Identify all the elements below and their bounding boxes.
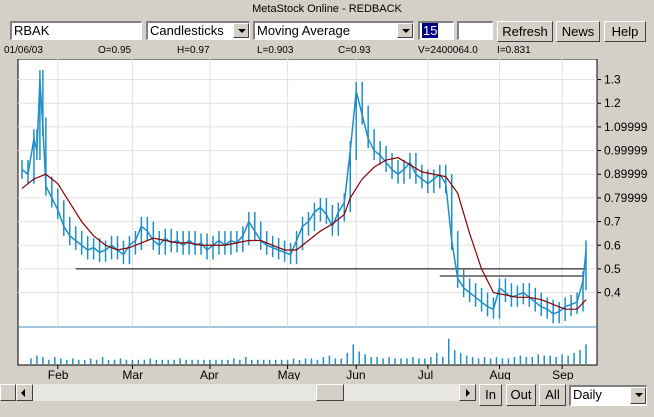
period-select-value: Daily xyxy=(573,387,602,402)
price-chart[interactable]: 1.3 1.2 1.09999 0.99999 0.89999 0.79999 0.7 0.6… xyxy=(0,59,654,380)
x-tick-label: Feb xyxy=(48,368,69,380)
refresh-button[interactable]: Refresh xyxy=(497,21,553,42)
y-tick-label: 1.2 xyxy=(604,96,621,110)
quote-low: L=0.903 xyxy=(257,45,294,56)
y-axis-labels: 1.3 1.2 1.09999 0.99999 0.89999 0.79999 0.7 0.6… xyxy=(597,73,648,300)
help-button[interactable]: Help xyxy=(604,21,646,42)
quote-volume: V=2400064.0 xyxy=(418,45,478,56)
chart-type-value: Candlesticks xyxy=(150,23,224,38)
period-select[interactable]: Daily xyxy=(569,385,647,406)
y-tick-label: 0.5 xyxy=(604,262,621,276)
chart-plot-area xyxy=(17,59,598,366)
period-input[interactable]: 15 xyxy=(418,21,454,40)
zoom-in-button[interactable]: In xyxy=(479,384,502,406)
metastock-window: MetaStock Online - REDBACK RBAK Candlest… xyxy=(0,0,654,417)
x-tick-label: Aug xyxy=(489,368,510,380)
chevron-down-icon[interactable] xyxy=(630,387,646,404)
y-tick-label: 1.09999 xyxy=(604,120,648,134)
arrow-right-icon[interactable] xyxy=(459,384,476,401)
scroll-left-button[interactable] xyxy=(0,384,16,401)
quote-line: 01/06/03 O=0.95 H=0.97 L=0.903 C=0.93 V=… xyxy=(0,45,654,59)
x-axis-labels: Feb Mar Apr May Jun Jul Aug Sep xyxy=(48,365,574,380)
toolbar: RBAK Candlesticks Moving Average 15 Refr… xyxy=(0,19,654,43)
chart-svg: 1.3 1.2 1.09999 0.99999 0.89999 0.79999 0.7 0.6… xyxy=(17,59,648,380)
x-tick-label: Mar xyxy=(122,368,143,380)
news-button[interactable]: News xyxy=(556,21,600,42)
y-tick-label: 0.79999 xyxy=(604,191,648,205)
zoom-all-button[interactable]: All xyxy=(539,384,566,406)
indicator-value: Moving Average xyxy=(257,23,350,38)
quote-high: H=0.97 xyxy=(177,45,210,56)
x-tick-label: May xyxy=(278,368,301,380)
y-tick-label: 0.4 xyxy=(604,286,621,300)
extra-input[interactable] xyxy=(457,21,493,40)
y-tick-label: 0.6 xyxy=(604,238,621,252)
y-tick-label: 0.99999 xyxy=(604,144,648,158)
zoom-out-button[interactable]: Out xyxy=(506,384,536,406)
x-tick-label: Sep xyxy=(552,368,574,380)
indicator-select[interactable]: Moving Average xyxy=(253,21,414,40)
symbol-input[interactable]: RBAK xyxy=(10,21,142,40)
horizontal-scrollbar[interactable] xyxy=(16,384,476,401)
y-tick-label: 0.89999 xyxy=(604,167,648,181)
chevron-down-icon[interactable] xyxy=(233,23,249,38)
indicator-readout: I=0.831 xyxy=(497,45,531,56)
period-value: 15 xyxy=(422,23,439,38)
x-tick-label: Jun xyxy=(346,368,365,380)
chart-type-select[interactable]: Candlesticks xyxy=(146,21,250,40)
x-tick-label: Apr xyxy=(200,368,219,380)
scrollbar-thumb[interactable] xyxy=(316,384,344,401)
chevron-down-icon[interactable] xyxy=(397,23,413,38)
quote-close: C=0.93 xyxy=(338,45,371,56)
quote-date: 01/06/03 xyxy=(4,45,43,56)
arrow-left-icon[interactable] xyxy=(16,384,33,401)
y-tick-label: 1.3 xyxy=(604,73,621,87)
quote-open: O=0.95 xyxy=(98,45,132,56)
window-title: MetaStock Online - REDBACK xyxy=(252,3,402,15)
y-tick-label: 0.7 xyxy=(604,215,621,229)
x-tick-label: Jul xyxy=(418,368,433,380)
